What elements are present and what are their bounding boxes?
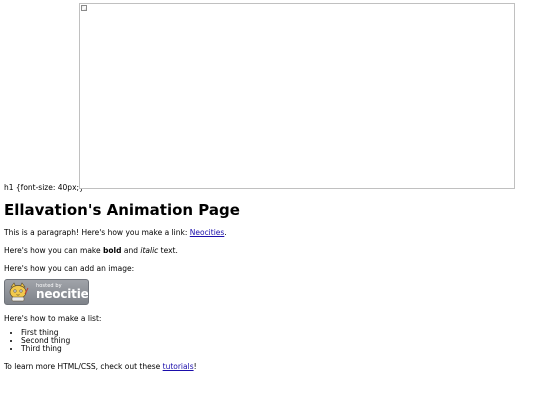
page-title: Ellavation's Animation Page xyxy=(4,201,240,219)
top-line: h1 {font-size: 40px;} xyxy=(4,0,536,192)
tutorials-link[interactable]: tutorials xyxy=(163,362,194,371)
banner-image xyxy=(79,3,515,189)
badge-brand-text: neocities xyxy=(36,287,89,301)
paragraph-bold-italic: Here's how you can make bold and italic … xyxy=(4,246,536,255)
badge-container: hosted by neocities xyxy=(4,279,536,305)
broken-image-icon xyxy=(81,5,87,11)
style-caption: h1 {font-size: 40px;} xyxy=(4,183,84,192)
thing-list: First thing Second thing Third thing xyxy=(4,329,536,353)
hosted-by-neocities-badge[interactable]: hosted by neocities xyxy=(4,279,89,305)
bold-text: bold xyxy=(103,246,122,255)
tutorials-prefix: To learn more HTML/CSS, check out these xyxy=(4,362,163,371)
paragraph-image-intro: Here's how you can add an image: xyxy=(4,264,135,273)
bold-italic-middle: and xyxy=(121,246,141,255)
bold-italic-prefix: Here's how you can make xyxy=(4,246,103,255)
list-item: First thing xyxy=(21,329,536,337)
neocities-cat-logo xyxy=(9,282,29,302)
italic-text: italic xyxy=(140,246,159,255)
list-item: Second thing xyxy=(21,337,536,345)
paragraph-tutorials: To learn more HTML/CSS, check out these … xyxy=(4,362,536,371)
list-item: Third thing xyxy=(21,345,536,353)
neocities-link[interactable]: Neocities xyxy=(190,228,225,237)
paragraph-link-intro: This is a paragraph! Here's how you make… xyxy=(4,228,536,237)
paragraph-link-suffix: . xyxy=(224,228,227,237)
paragraph-link-prefix: This is a paragraph! Here's how you make… xyxy=(4,228,190,237)
page-content: h1 {font-size: 40px;} Ellavation's Anima… xyxy=(4,0,536,371)
paragraph-list-intro: Here's how to make a list: xyxy=(4,314,102,323)
tutorials-suffix: ! xyxy=(193,362,197,371)
bold-italic-suffix: text. xyxy=(158,246,178,255)
